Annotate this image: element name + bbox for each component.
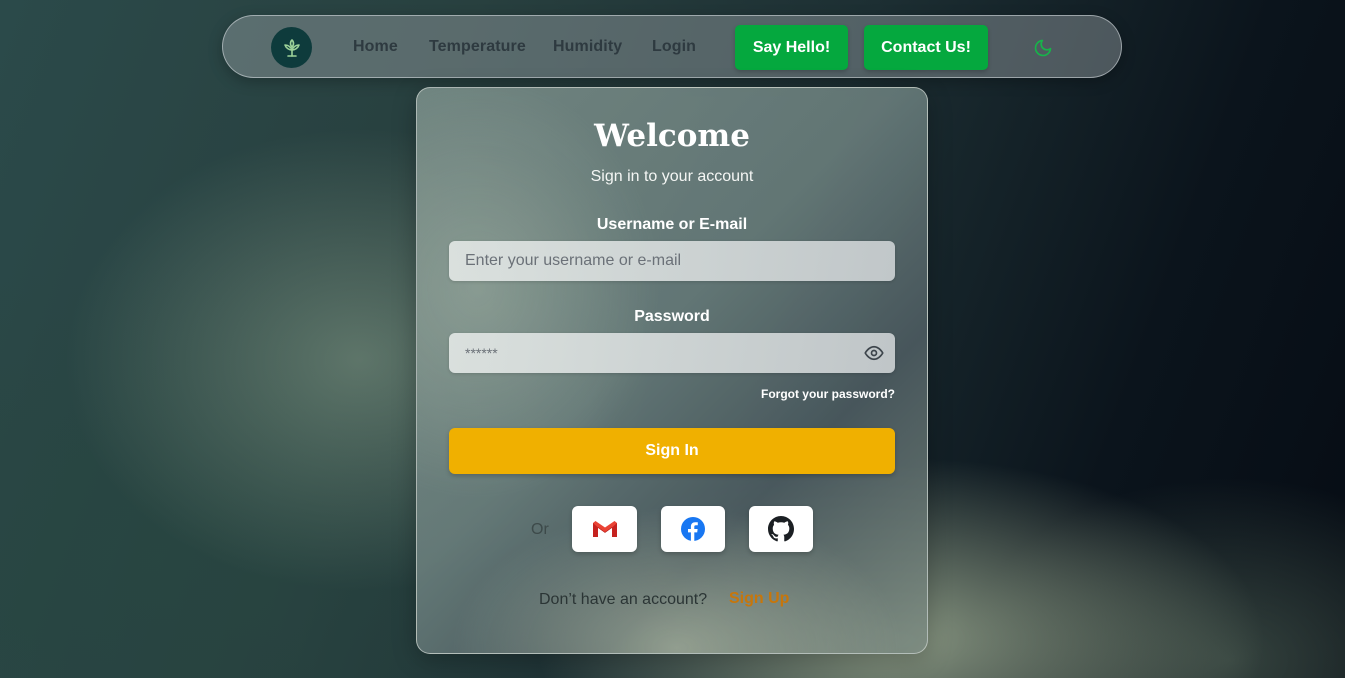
nav-link-login[interactable]: Login	[652, 38, 696, 56]
username-label: Username or E-mail	[596, 216, 748, 233]
github-button[interactable]	[749, 506, 813, 552]
nav-link-home[interactable]: Home	[353, 38, 398, 56]
forgot-password-link[interactable]: Forgot your password?	[761, 387, 895, 401]
nav-link-temperature[interactable]: Temperature	[429, 38, 526, 56]
no-account-text: Don’t have an account?	[539, 591, 708, 608]
contact-us-button[interactable]: Contact Us!	[864, 25, 988, 70]
or-label: Or	[531, 521, 549, 538]
page-title: Welcome	[594, 118, 750, 154]
gmail-icon	[592, 521, 617, 537]
say-hello-button[interactable]: Say Hello!	[735, 25, 848, 70]
password-input[interactable]: ******	[449, 333, 895, 373]
password-label: Password	[634, 308, 710, 325]
password-placeholder: ******	[465, 345, 498, 361]
sign-in-button[interactable]: Sign In	[449, 428, 895, 474]
username-input[interactable]: Enter your username or e-mail	[449, 241, 895, 281]
github-icon	[768, 516, 794, 542]
username-placeholder: Enter your username or e-mail	[465, 252, 682, 269]
page-subtitle: Sign in to your account	[590, 168, 754, 185]
nav-link-humidity[interactable]: Humidity	[553, 38, 622, 56]
login-card: Welcome Sign in to your account Username…	[416, 87, 928, 654]
moon-icon[interactable]	[1033, 38, 1053, 58]
eye-icon[interactable]	[864, 343, 884, 363]
leaf-logo-icon	[283, 38, 300, 57]
logo[interactable]	[271, 27, 312, 68]
navbar: Home Temperature Humidity Login Say Hell…	[222, 15, 1122, 78]
sign-up-link[interactable]: Sign Up	[729, 590, 789, 608]
facebook-button[interactable]	[661, 506, 725, 552]
facebook-icon	[681, 517, 705, 541]
gmail-button[interactable]	[572, 506, 637, 552]
